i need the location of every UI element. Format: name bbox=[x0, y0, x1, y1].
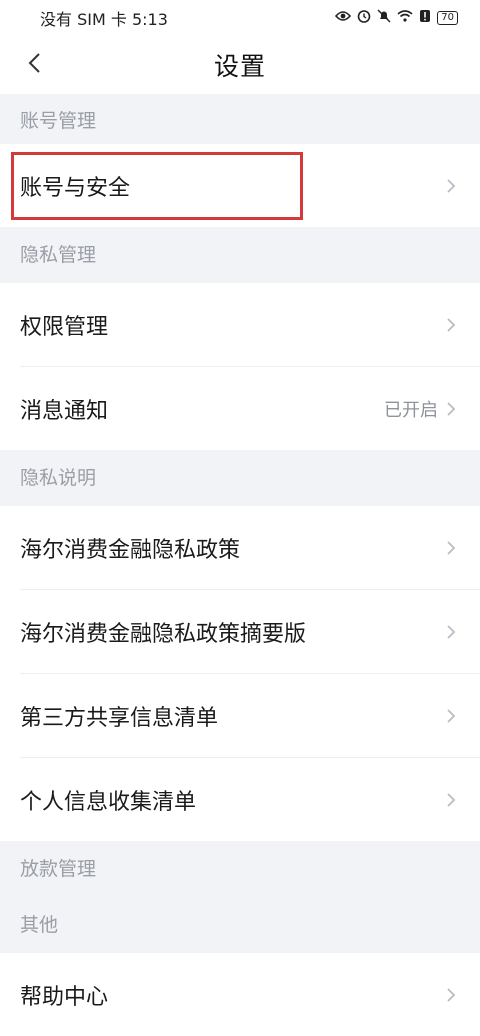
row-help-center[interactable]: 帮助中心 bbox=[0, 953, 480, 1036]
alarm-icon bbox=[357, 9, 371, 27]
row-permission-management[interactable]: 权限管理 bbox=[0, 283, 480, 366]
row-label: 海尔消费金融隐私政策 bbox=[20, 537, 241, 563]
status-bar: 没有 SIM 卡 5:13 70 bbox=[0, 0, 480, 36]
row-personal-info-collection[interactable]: 个人信息收集清单 bbox=[0, 758, 480, 841]
status-carrier-time: 没有 SIM 卡 5:13 bbox=[40, 10, 168, 29]
chevron-right-icon bbox=[444, 622, 458, 642]
eye-icon bbox=[335, 10, 352, 26]
chevron-right-icon bbox=[444, 538, 458, 558]
page-title: 设置 bbox=[213, 52, 266, 81]
status-icons: 70 bbox=[335, 9, 458, 27]
row-label: 个人信息收集清单 bbox=[20, 789, 197, 815]
back-button[interactable] bbox=[14, 36, 54, 94]
chevron-left-icon bbox=[27, 52, 41, 78]
row-label: 帮助中心 bbox=[20, 984, 109, 1010]
row-privacy-policy-summary[interactable]: 海尔消费金融隐私政策摘要版 bbox=[0, 590, 480, 673]
row-label: 权限管理 bbox=[20, 314, 109, 340]
alert-icon bbox=[419, 9, 431, 27]
chevron-right-icon bbox=[444, 790, 458, 810]
section-header-account: 账号管理 bbox=[0, 94, 480, 144]
battery-icon: 70 bbox=[437, 11, 458, 25]
row-message-notification[interactable]: 消息通知 已开启 bbox=[0, 367, 480, 450]
row-account-security[interactable]: 账号与安全 bbox=[0, 144, 480, 227]
section-header-loan: 放款管理 bbox=[0, 841, 480, 897]
nav-bar: 设置 bbox=[0, 36, 480, 94]
chevron-right-icon bbox=[444, 315, 458, 335]
row-privacy-policy[interactable]: 海尔消费金融隐私政策 bbox=[0, 506, 480, 589]
chevron-right-icon bbox=[444, 985, 458, 1005]
highlight-box bbox=[11, 152, 303, 220]
row-label: 消息通知 bbox=[20, 398, 109, 424]
row-label: 海尔消费金融隐私政策摘要版 bbox=[20, 621, 307, 647]
chevron-right-icon bbox=[444, 399, 458, 419]
row-third-party-sharing[interactable]: 第三方共享信息清单 bbox=[0, 674, 480, 757]
chevron-right-icon bbox=[444, 176, 458, 196]
chevron-right-icon bbox=[444, 706, 458, 726]
section-header-privacy-notes: 隐私说明 bbox=[0, 450, 480, 506]
wifi-icon bbox=[397, 10, 413, 26]
section-header-other: 其他 bbox=[0, 897, 480, 953]
row-label: 第三方共享信息清单 bbox=[20, 705, 219, 731]
section-header-privacy: 隐私管理 bbox=[0, 227, 480, 283]
notification-status: 已开启 bbox=[384, 399, 438, 421]
mute-icon bbox=[377, 9, 391, 27]
